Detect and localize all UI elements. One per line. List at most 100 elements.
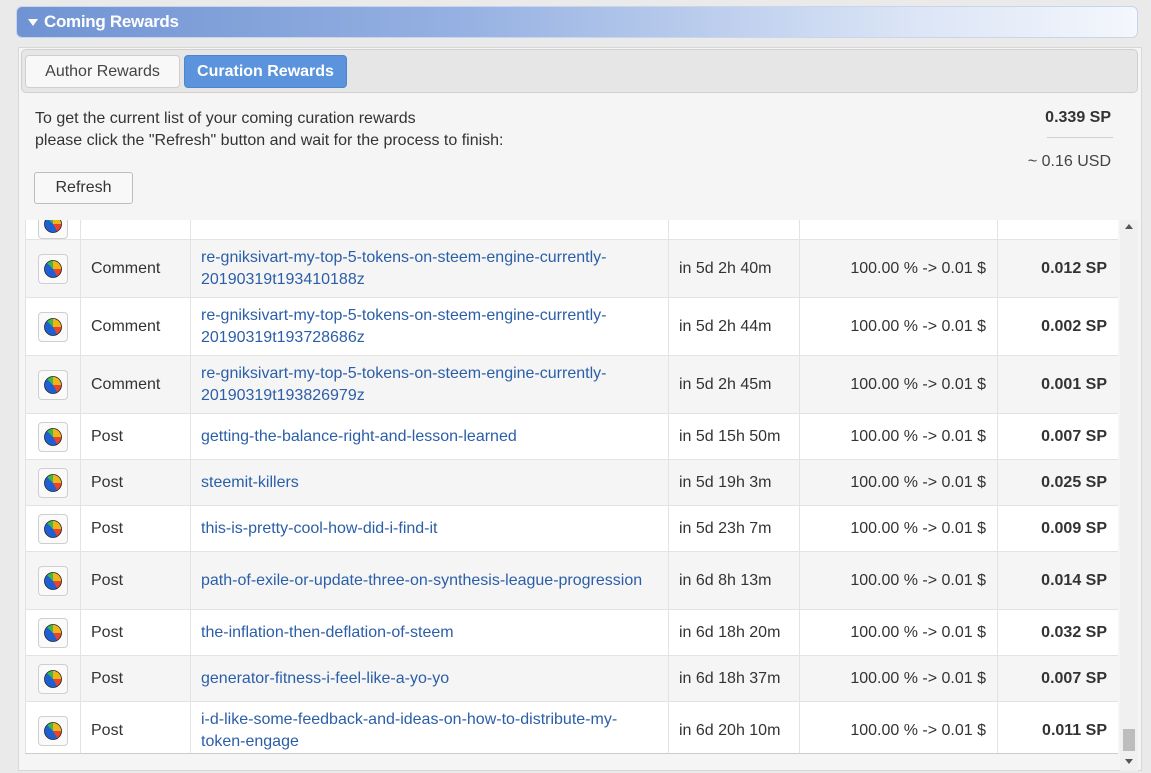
pie-chart-icon xyxy=(44,623,62,642)
row-time: in 6d 8h 13m xyxy=(668,551,800,610)
permlink-link[interactable]: this-is-pretty-cool-how-did-i-find-it xyxy=(201,520,438,537)
row-icon-cell xyxy=(25,220,81,240)
row-percent xyxy=(799,220,998,240)
row-icon-cell xyxy=(25,239,81,298)
pie-chart-icon xyxy=(44,259,62,278)
permlink-link[interactable]: the-inflation-then-deflation-of-steem xyxy=(201,624,454,641)
row-permlink-cell: re-gniksivart-my-top-5-tokens-on-steem-e… xyxy=(190,239,669,298)
permlink-link[interactable]: re-gniksivart-my-top-5-tokens-on-steem-e… xyxy=(201,307,606,346)
row-permlink-cell: generator-fitness-i-feel-like-a-yo-yo xyxy=(190,655,669,702)
row-icon-cell xyxy=(25,459,81,506)
row-time: in 6d 18h 37m xyxy=(668,655,800,702)
pie-chart-icon[interactable] xyxy=(38,421,68,452)
table-row: Post steemit-killers in 5d 19h 3m 100.00… xyxy=(25,459,1118,506)
pie-chart-icon[interactable] xyxy=(38,715,68,746)
pie-chart-icon xyxy=(44,317,62,336)
row-sp: 0.002 SP xyxy=(997,297,1118,356)
row-type: Post xyxy=(80,459,191,506)
permlink-link[interactable]: generator-fitness-i-feel-like-a-yo-yo xyxy=(201,670,449,687)
table-row: Comment re-gniksivart-my-top-5-tokens-on… xyxy=(25,355,1118,414)
row-type: Post xyxy=(80,413,191,460)
row-percent: 100.00 % -> 0.01 $ xyxy=(799,609,998,656)
row-time: in 5d 15h 50m xyxy=(668,413,800,460)
pie-chart-icon[interactable] xyxy=(38,565,68,596)
table-row: Post path-of-exile-or-update-three-on-sy… xyxy=(25,551,1118,610)
row-percent: 100.00 % -> 0.01 $ xyxy=(799,459,998,506)
row-sp: 0.007 SP xyxy=(997,413,1118,460)
table-row xyxy=(25,220,1118,240)
permlink-link[interactable]: getting-the-balance-right-and-lesson-lea… xyxy=(201,428,517,445)
permlink-link[interactable]: steemit-killers xyxy=(201,474,299,491)
tab-author-rewards[interactable]: Author Rewards xyxy=(25,55,180,88)
scrollbar-thumb[interactable] xyxy=(1123,729,1135,751)
row-type: Post xyxy=(80,609,191,656)
pie-chart-icon[interactable] xyxy=(38,467,68,498)
row-permlink-cell: getting-the-balance-right-and-lesson-lea… xyxy=(190,413,669,460)
row-icon-cell xyxy=(25,701,81,753)
pie-chart-icon[interactable] xyxy=(38,617,68,648)
pie-chart-icon xyxy=(44,220,62,233)
permlink-link[interactable]: path-of-exile-or-update-three-on-synthes… xyxy=(201,572,642,589)
row-type: Comment xyxy=(80,355,191,414)
row-percent: 100.00 % -> 0.01 $ xyxy=(799,551,998,610)
row-sp: 0.011 SP xyxy=(997,701,1118,753)
row-type: Post xyxy=(80,551,191,610)
row-time: in 6d 18h 20m xyxy=(668,609,800,656)
total-sp: 0.339 SP xyxy=(1045,109,1111,126)
caret-down-icon[interactable] xyxy=(28,18,38,26)
scrollbar[interactable] xyxy=(1120,220,1138,771)
rewards-table-container: Comment re-gniksivart-my-top-5-tokens-on… xyxy=(25,220,1118,754)
pie-chart-icon[interactable] xyxy=(38,311,68,342)
row-sp: 0.014 SP xyxy=(997,551,1118,610)
permlink-link[interactable]: i-d-like-some-feedback-and-ideas-on-how-… xyxy=(201,711,617,750)
tab-bar: Author Rewards Curation Rewards xyxy=(21,49,1138,93)
row-sp: 0.009 SP xyxy=(997,505,1118,552)
row-percent: 100.00 % -> 0.01 $ xyxy=(799,505,998,552)
row-percent: 100.00 % -> 0.01 $ xyxy=(799,655,998,702)
row-permlink-cell: this-is-pretty-cool-how-did-i-find-it xyxy=(190,505,669,552)
permlink-link[interactable]: re-gniksivart-my-top-5-tokens-on-steem-e… xyxy=(201,365,606,404)
rewards-panel: Author Rewards Curation Rewards To get t… xyxy=(18,47,1142,771)
row-percent: 100.00 % -> 0.01 $ xyxy=(799,297,998,356)
row-permlink-cell: re-gniksivart-my-top-5-tokens-on-steem-e… xyxy=(190,297,669,356)
permlink-link[interactable]: re-gniksivart-my-top-5-tokens-on-steem-e… xyxy=(201,249,606,288)
row-icon-cell xyxy=(25,655,81,702)
table-row: Post i-d-like-some-feedback-and-ideas-on… xyxy=(25,701,1118,753)
total-usd: ~ 0.16 USD xyxy=(1027,153,1111,170)
pie-chart-icon xyxy=(44,375,62,394)
tab-curation-rewards[interactable]: Curation Rewards xyxy=(184,55,347,88)
row-percent: 100.00 % -> 0.01 $ xyxy=(799,413,998,460)
pie-chart-icon[interactable] xyxy=(38,369,68,400)
row-icon-cell xyxy=(25,551,81,610)
row-type: Post xyxy=(80,505,191,552)
row-time: in 5d 2h 45m xyxy=(668,355,800,414)
pie-chart-icon xyxy=(44,473,62,492)
scroll-down-arrow-icon[interactable] xyxy=(1125,759,1133,764)
table-row: Post the-inflation-then-deflation-of-ste… xyxy=(25,609,1118,656)
row-time: in 5d 23h 7m xyxy=(668,505,800,552)
row-permlink-cell: path-of-exile-or-update-three-on-synthes… xyxy=(190,551,669,610)
row-time: in 5d 19h 3m xyxy=(668,459,800,506)
coming-rewards-header[interactable]: Coming Rewards xyxy=(16,6,1138,38)
row-sp: 0.001 SP xyxy=(997,355,1118,414)
row-percent: 100.00 % -> 0.01 $ xyxy=(799,239,998,298)
row-time: in 6d 20h 10m xyxy=(668,701,800,753)
refresh-button[interactable]: Refresh xyxy=(34,172,133,204)
divider xyxy=(1047,137,1113,138)
pie-chart-icon[interactable] xyxy=(38,663,68,694)
instructions-line-2: please click the "Refresh" button and wa… xyxy=(35,132,504,149)
pie-chart-icon[interactable] xyxy=(38,253,68,284)
row-type: Comment xyxy=(80,297,191,356)
row-icon-cell xyxy=(25,413,81,460)
pie-chart-icon xyxy=(44,721,62,740)
row-icon-cell xyxy=(25,505,81,552)
pie-chart-icon[interactable] xyxy=(38,220,68,239)
scroll-up-arrow-icon[interactable] xyxy=(1125,224,1133,229)
pie-chart-icon[interactable] xyxy=(38,513,68,544)
row-percent: 100.00 % -> 0.01 $ xyxy=(799,701,998,753)
row-permlink-cell: the-inflation-then-deflation-of-steem xyxy=(190,609,669,656)
row-type: Comment xyxy=(80,239,191,298)
row-sp: 0.012 SP xyxy=(997,239,1118,298)
row-icon-cell xyxy=(25,297,81,356)
row-time: in 5d 2h 44m xyxy=(668,297,800,356)
